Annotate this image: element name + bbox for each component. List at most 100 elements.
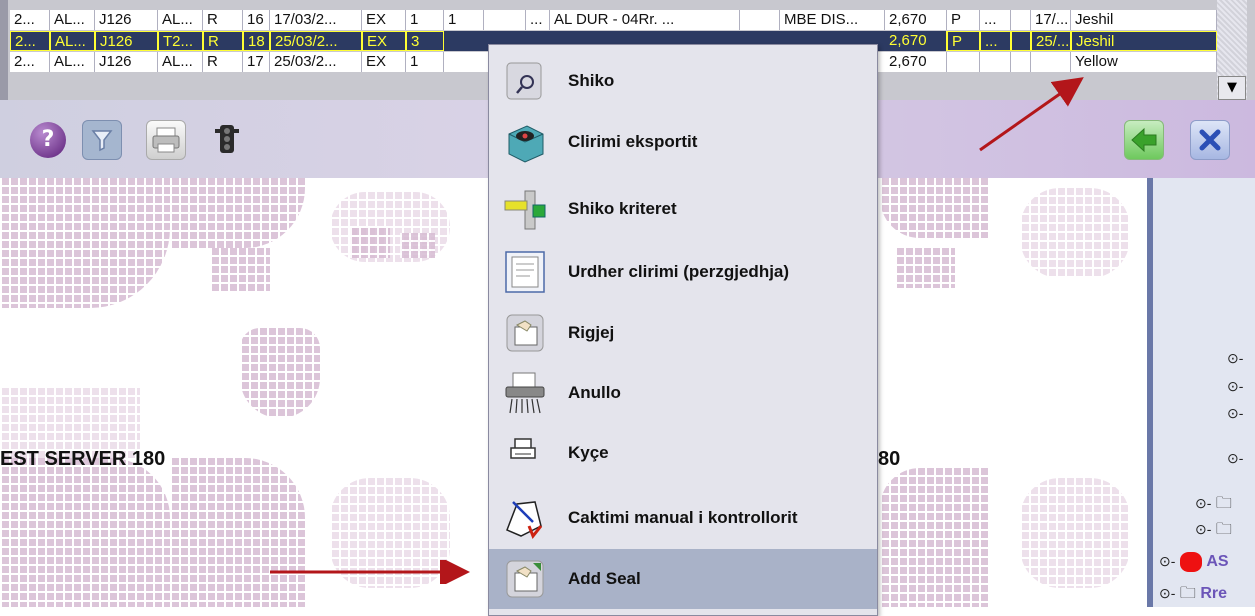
table-cell bbox=[484, 10, 526, 30]
table-cell: AL DUR - 04Rr. ... bbox=[550, 10, 740, 30]
table-cell: 25/... bbox=[1031, 31, 1071, 51]
table-cell bbox=[947, 52, 980, 72]
map-continent bbox=[895, 248, 955, 288]
table-cell: EX bbox=[362, 10, 406, 30]
menu-item-label: Shiko kriteret bbox=[568, 199, 677, 218]
table-cell: 17/... bbox=[1031, 10, 1071, 30]
table-cell: Jeshil bbox=[1071, 10, 1217, 30]
table-cell: R bbox=[203, 52, 243, 72]
map-continent bbox=[400, 233, 435, 258]
tree-expander[interactable]: ⊙- bbox=[1227, 350, 1243, 368]
table-cell: 17/03/2... bbox=[270, 10, 362, 30]
annotation-arrow-icon bbox=[270, 560, 470, 584]
table-cell: 2... bbox=[10, 52, 50, 72]
tree-expander[interactable]: ⊙- bbox=[1227, 378, 1243, 396]
table-cell bbox=[1011, 10, 1031, 30]
table-row[interactable]: 2... AL... J126 AL... R 16 17/03/2... EX… bbox=[10, 10, 1217, 30]
table-cell: EX bbox=[362, 52, 406, 72]
table-cell: J126 bbox=[95, 52, 158, 72]
help-icon[interactable]: ? bbox=[30, 122, 66, 158]
table-cell: AL... bbox=[50, 10, 95, 30]
export-release-icon bbox=[503, 120, 547, 164]
annotation-arrow-icon bbox=[979, 77, 1084, 152]
server-label: EST SERVER 180 bbox=[0, 448, 166, 470]
table-cell: 17 bbox=[243, 52, 270, 72]
table-cell: 1 bbox=[406, 52, 444, 72]
menu-item-kyce[interactable]: Kyçe bbox=[489, 423, 877, 483]
tree-folder-node[interactable]: ⊙- 🗀 bbox=[1195, 492, 1232, 519]
table-cell bbox=[1011, 52, 1031, 72]
manual-assign-icon bbox=[503, 496, 547, 540]
context-menu: Shiko Clirimi eksportit Shiko kriteret U… bbox=[488, 44, 878, 616]
table-cell: 2,670 bbox=[885, 52, 947, 72]
table-cell bbox=[1031, 52, 1071, 72]
map-continent bbox=[0, 178, 170, 308]
menu-item-label: Urdher clirimi (perzgjedhja) bbox=[568, 262, 790, 281]
menu-item-label: Rigjej bbox=[568, 323, 615, 342]
close-icon[interactable] bbox=[1190, 120, 1230, 160]
menu-item-label: Kyçe bbox=[568, 443, 609, 462]
view-icon bbox=[503, 59, 547, 103]
traffic-light-icon[interactable] bbox=[208, 120, 246, 158]
folder-icon: 🗀 bbox=[1215, 521, 1232, 538]
table-cell bbox=[1011, 31, 1031, 51]
menu-item-label: Anullo bbox=[568, 383, 621, 402]
menu-item-shiko-kriteret[interactable]: Shiko kriteret bbox=[489, 179, 877, 239]
tree-expander[interactable]: ⊙- bbox=[1227, 450, 1243, 468]
menu-item-label: Caktimi manual i kontrollorit bbox=[568, 508, 798, 527]
filter-icon[interactable] bbox=[82, 120, 122, 160]
table-cell: R bbox=[203, 31, 243, 51]
menu-item-clirimi-eksportit[interactable]: Clirimi eksportit bbox=[489, 112, 877, 172]
print-icon[interactable] bbox=[146, 120, 186, 160]
table-cell: 25/03/2... bbox=[270, 31, 362, 51]
menu-item-anullo[interactable]: Anullo bbox=[489, 363, 877, 423]
menu-item-label: Clirimi eksportit bbox=[568, 132, 698, 151]
table-cell: Jeshil bbox=[1071, 31, 1217, 51]
tree-panel: ⊙- ⊙- ⊙- ⊙- ⊙- 🗀 ⊙- 🗀 ⊙- AS ⊙- 🗀 Rre bbox=[1147, 178, 1255, 607]
menu-item-shiko[interactable]: Shiko bbox=[489, 51, 877, 111]
map-continent bbox=[880, 178, 990, 238]
criteria-icon bbox=[503, 187, 547, 231]
menu-item-label: Add Seal bbox=[568, 569, 641, 588]
menu-item-urdher-clirimi[interactable]: Urdher clirimi (perzgjedhja) bbox=[489, 242, 877, 302]
tree-node-folder[interactable]: ⊙- 🗀 Rre bbox=[1159, 582, 1227, 609]
table-cell: J126 bbox=[95, 31, 158, 51]
table-cell: AL... bbox=[158, 52, 203, 72]
shredder-icon bbox=[503, 371, 547, 415]
tree-node-albania[interactable]: ⊙- AS bbox=[1159, 552, 1229, 572]
albania-flag-icon bbox=[1179, 552, 1202, 572]
back-arrow-icon[interactable] bbox=[1124, 120, 1164, 160]
map-continent bbox=[880, 468, 990, 607]
table-cell bbox=[740, 10, 780, 30]
table-cell: J126 bbox=[95, 10, 158, 30]
table-cell: 1 bbox=[406, 10, 444, 30]
table-cell: P bbox=[947, 31, 980, 51]
menu-item-label: Shiko bbox=[568, 71, 615, 90]
table-cell: 2... bbox=[10, 10, 50, 30]
menu-item-caktimi-manual[interactable]: Caktimi manual i kontrollorit bbox=[489, 488, 877, 548]
map-continent bbox=[0, 458, 170, 607]
map-continent bbox=[350, 228, 390, 258]
menu-item-rigjej[interactable]: Rigjej bbox=[489, 303, 877, 363]
map-continent bbox=[170, 178, 305, 248]
map-continent bbox=[1020, 188, 1130, 278]
seal-icon bbox=[503, 557, 547, 601]
table-cell: 2,670 bbox=[885, 31, 947, 51]
lock-printer-icon bbox=[503, 431, 547, 475]
table-cell: R bbox=[203, 10, 243, 30]
table-cell: 3 bbox=[406, 31, 444, 51]
table-cell: AL... bbox=[50, 31, 95, 51]
tree-folder-node[interactable]: ⊙- 🗀 bbox=[1195, 518, 1232, 545]
table-cell: 25/03/2... bbox=[270, 52, 362, 72]
table-cell: 1 bbox=[444, 10, 484, 30]
refind-icon bbox=[503, 311, 547, 355]
menu-item-add-seal[interactable]: Add Seal bbox=[489, 549, 877, 609]
tree-expander[interactable]: ⊙- bbox=[1227, 405, 1243, 423]
grid-left-edge bbox=[0, 0, 8, 100]
folder-icon: 🗀 bbox=[1179, 585, 1196, 602]
table-cell: ... bbox=[980, 31, 1011, 51]
folder-icon: 🗀 bbox=[1215, 495, 1232, 512]
table-cell: Yellow bbox=[1071, 52, 1217, 72]
tree-node-label: AS bbox=[1206, 553, 1229, 571]
chevron-down-icon[interactable]: ▼ bbox=[1218, 76, 1246, 100]
